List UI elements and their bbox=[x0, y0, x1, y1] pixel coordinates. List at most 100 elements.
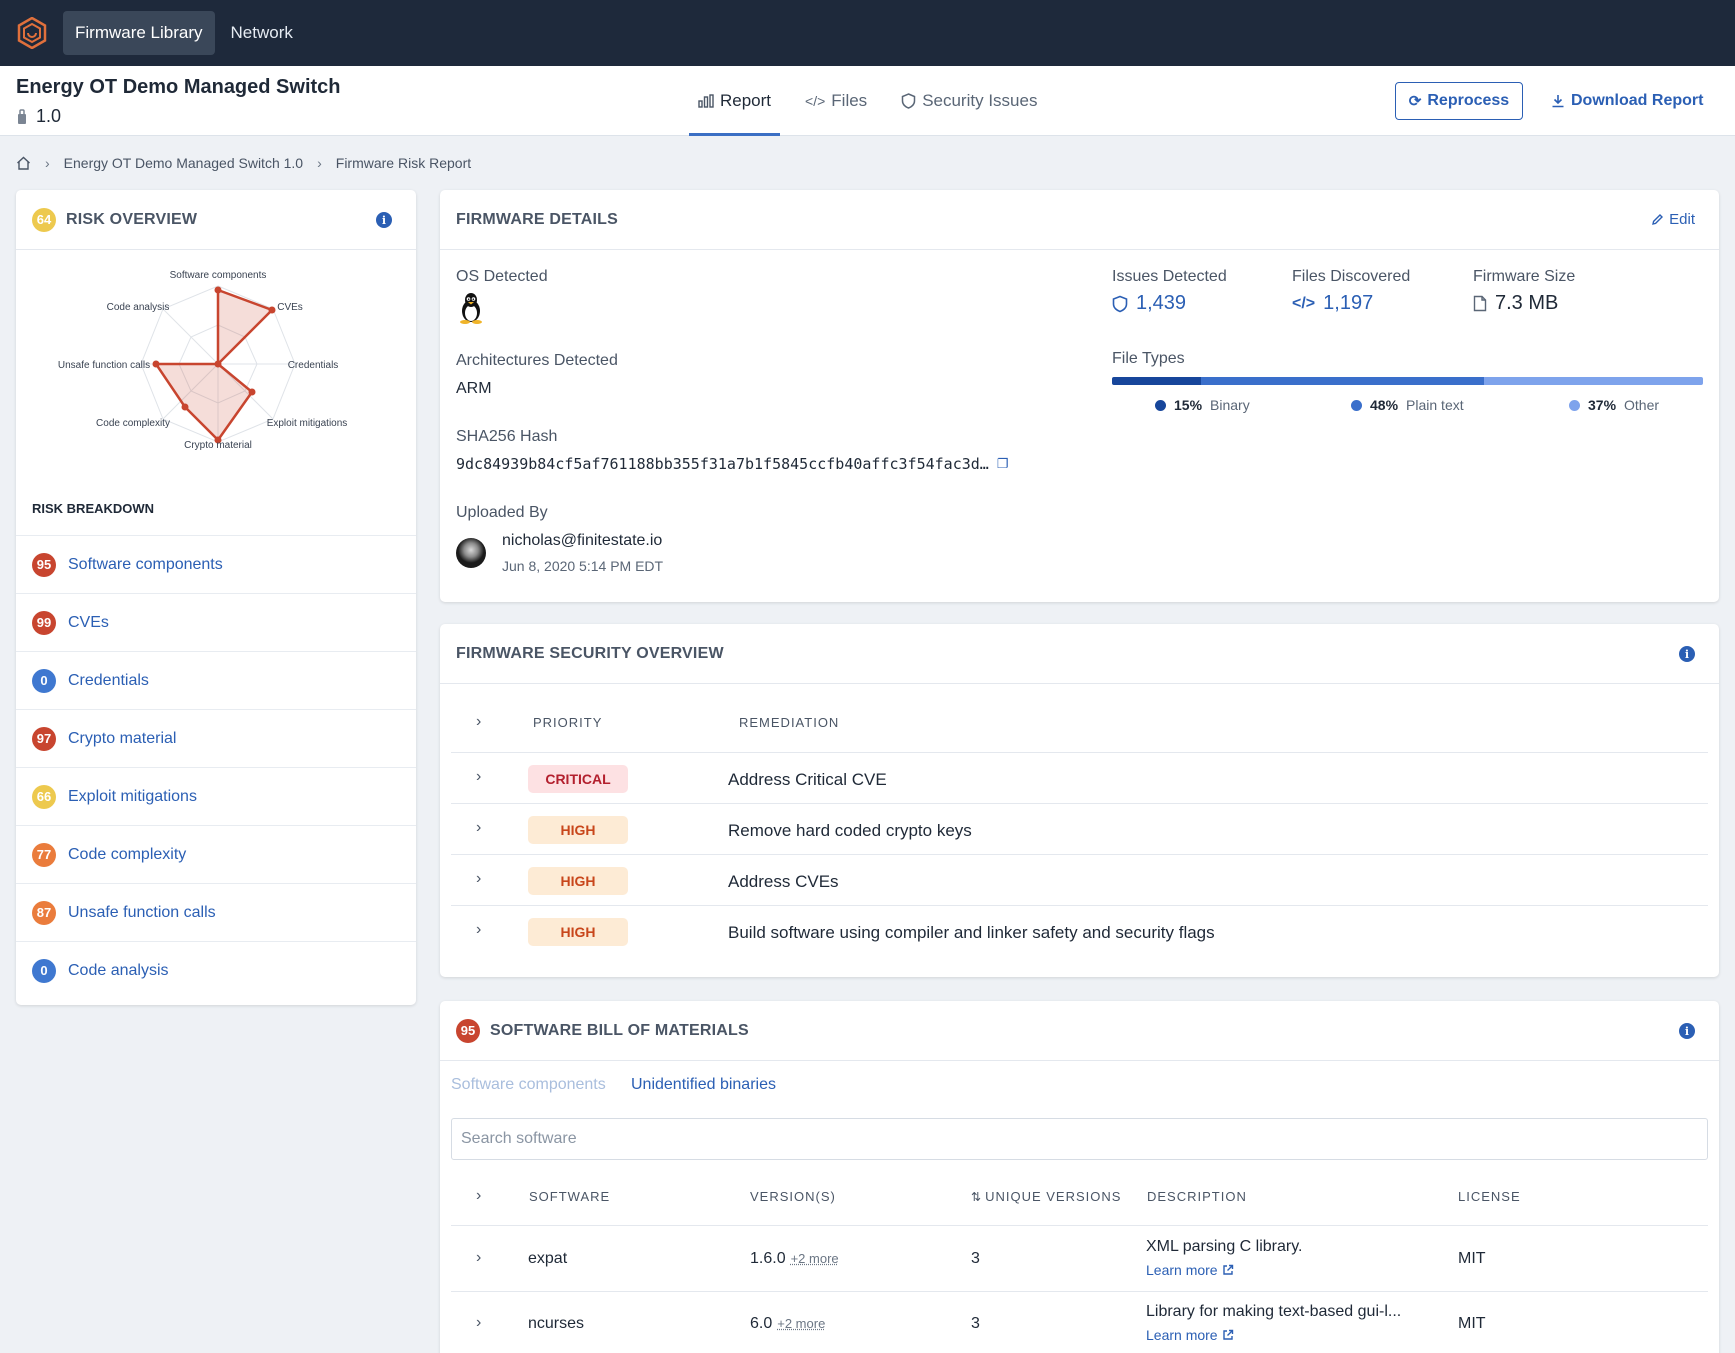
chevron-right-icon[interactable]: › bbox=[476, 870, 481, 888]
logo-icon[interactable] bbox=[15, 16, 49, 50]
software-description: Library for making text-based gui-l... bbox=[1146, 1303, 1402, 1320]
risk-item-cves[interactable]: 99 CVEs bbox=[16, 593, 416, 651]
expand-all-chevron[interactable]: › bbox=[476, 713, 481, 731]
learn-more-label: Learn more bbox=[1146, 1327, 1218, 1343]
legend-pct: 48% bbox=[1370, 397, 1399, 413]
risk-item-label: CVEs bbox=[68, 613, 109, 631]
info-icon[interactable]: i bbox=[1679, 1023, 1695, 1039]
score-badge: 95 bbox=[32, 552, 56, 577]
software-version: 1.6.0 +2 more bbox=[750, 1250, 839, 1268]
firmware-size-value: 7.3 MB bbox=[1473, 292, 1575, 315]
issues-count: 1,439 bbox=[1136, 292, 1187, 314]
top-nav: Firmware Library Network bbox=[0, 0, 1735, 66]
radar-label: CVEs bbox=[277, 302, 303, 313]
table-row[interactable] bbox=[451, 803, 1708, 854]
chevron-right-icon[interactable]: › bbox=[476, 1314, 481, 1332]
chevron-right-icon[interactable]: › bbox=[476, 819, 481, 837]
remediation-text: Build software using compiler and linker… bbox=[728, 923, 1215, 942]
column-versions: VERSION(S) bbox=[750, 1189, 836, 1204]
breadcrumb: › Energy OT Demo Managed Switch 1.0 › Fi… bbox=[16, 152, 471, 174]
issues-detected-value[interactable]: 1,439 bbox=[1112, 292, 1227, 315]
breadcrumb-firmware[interactable]: Energy OT Demo Managed Switch 1.0 bbox=[64, 155, 303, 171]
copy-icon[interactable]: ❐ bbox=[997, 456, 1009, 472]
tab-software-components[interactable]: Software components bbox=[451, 1076, 606, 1094]
info-icon[interactable]: i bbox=[1679, 646, 1695, 662]
nav-network[interactable]: Network bbox=[219, 11, 305, 55]
column-description: DESCRIPTION bbox=[1147, 1189, 1247, 1204]
priority-badge-high: HIGH bbox=[528, 918, 628, 946]
firmware-size: 7.3 MB bbox=[1495, 292, 1559, 314]
legend-dot bbox=[1155, 399, 1166, 411]
bar-chart-icon bbox=[698, 94, 714, 108]
shield-icon bbox=[1112, 295, 1128, 312]
risk-overview-title: RISK OVERVIEW bbox=[66, 210, 198, 228]
chevron-right-icon[interactable]: › bbox=[476, 921, 481, 939]
files-discovered-value[interactable]: </> 1,197 bbox=[1292, 292, 1410, 315]
chevron-right-icon[interactable]: › bbox=[476, 1249, 481, 1267]
home-icon[interactable] bbox=[16, 156, 31, 170]
score-badge: 97 bbox=[32, 726, 56, 751]
tab-security-issues[interactable]: Security Issues bbox=[892, 66, 1046, 136]
priority-badge-critical: CRITICAL bbox=[528, 765, 628, 793]
risk-item-label: Software components bbox=[68, 555, 223, 573]
table-row[interactable] bbox=[451, 854, 1708, 905]
table-row[interactable] bbox=[451, 1291, 1708, 1353]
chevron-right-icon[interactable]: › bbox=[476, 768, 481, 786]
version-value: 6.0 bbox=[750, 1315, 773, 1332]
more-versions-link[interactable]: +2 more bbox=[777, 1316, 825, 1331]
risk-item-exploit-mitigations[interactable]: 66 Exploit mitigations bbox=[16, 767, 416, 825]
more-versions-link[interactable]: +2 more bbox=[791, 1251, 839, 1266]
tab-files[interactable]: </> Files bbox=[796, 66, 876, 136]
download-report-button[interactable]: Download Report bbox=[1551, 82, 1703, 120]
firmware-size-text: Firmware Size bbox=[1473, 268, 1576, 285]
risk-item-code-analysis[interactable]: 0 Code analysis bbox=[16, 941, 416, 999]
radar-label: Credentials bbox=[288, 360, 339, 371]
score-badge: 77 bbox=[32, 842, 56, 867]
expand-all-chevron[interactable]: › bbox=[476, 1187, 481, 1205]
radar-label: Exploit mitigations bbox=[267, 418, 348, 429]
sbom-header: 95 SOFTWARE BILL OF MATERIALS i bbox=[440, 1001, 1719, 1061]
table-row[interactable] bbox=[451, 1225, 1708, 1291]
risk-item-unsafe-function-calls[interactable]: 87 Unsafe function calls bbox=[16, 883, 416, 941]
reprocess-button[interactable]: ⟳ Reprocess bbox=[1395, 82, 1523, 120]
column-unique-versions-label: UNIQUE VERSIONS bbox=[985, 1189, 1122, 1204]
tab-report[interactable]: Report bbox=[689, 66, 781, 136]
risk-item-crypto-material[interactable]: 97 Crypto material bbox=[16, 709, 416, 767]
risk-item-code-complexity[interactable]: 77 Code complexity bbox=[16, 825, 416, 883]
shield-icon bbox=[901, 93, 916, 109]
version-value: 1.6.0 bbox=[750, 1250, 786, 1267]
firmware-header: Energy OT Demo Managed Switch 1.0 Report… bbox=[0, 66, 1735, 136]
software-name: expat bbox=[528, 1250, 568, 1267]
column-unique-versions[interactable]: ⇅ UNIQUE VERSIONS bbox=[971, 1189, 1121, 1204]
risk-item-label: Code analysis bbox=[68, 961, 169, 979]
refresh-icon: ⟳ bbox=[1408, 93, 1422, 110]
external-link-icon bbox=[1222, 1329, 1233, 1340]
search-software-input[interactable] bbox=[451, 1118, 1708, 1160]
info-icon[interactable]: i bbox=[376, 212, 392, 228]
risk-score-badge: 64 bbox=[32, 207, 56, 232]
risk-item-credentials[interactable]: 0 Credentials bbox=[16, 651, 416, 709]
tab-unidentified-binaries[interactable]: Unidentified binaries bbox=[631, 1076, 776, 1094]
score-badge: 99 bbox=[32, 610, 56, 635]
legend-name: Plain text bbox=[1406, 397, 1464, 413]
learn-more-link[interactable]: Learn more bbox=[1146, 1262, 1234, 1278]
file-type-segment-binary bbox=[1112, 377, 1201, 385]
risk-item-label: Credentials bbox=[68, 671, 149, 689]
learn-more-link[interactable]: Learn more bbox=[1146, 1327, 1234, 1343]
radar-label: Software components bbox=[170, 270, 267, 281]
security-overview-header: FIRMWARE SECURITY OVERVIEW i bbox=[440, 624, 1719, 684]
legend-name: Binary bbox=[1210, 397, 1250, 413]
files-count: 1,197 bbox=[1323, 292, 1374, 314]
nav-firmware-library[interactable]: Firmware Library bbox=[63, 11, 215, 55]
reprocess-label: Reprocess bbox=[1427, 92, 1510, 109]
table-row[interactable] bbox=[451, 752, 1708, 803]
breadcrumb-current: Firmware Risk Report bbox=[335, 155, 472, 171]
architectures-label: Architectures Detected bbox=[456, 352, 618, 369]
edit-label: Edit bbox=[1669, 211, 1695, 228]
legend-name: Other bbox=[1624, 397, 1660, 413]
edit-button[interactable]: Edit bbox=[1651, 211, 1695, 228]
files-discovered-label: Files Discovered </> 1,197 bbox=[1292, 268, 1410, 315]
risk-item-software-components[interactable]: 95 Software components bbox=[16, 535, 416, 593]
uploaded-timestamp: Jun 8, 2020 5:14 PM EDT bbox=[502, 558, 664, 574]
remediation-text: Address CVEs bbox=[728, 872, 839, 891]
